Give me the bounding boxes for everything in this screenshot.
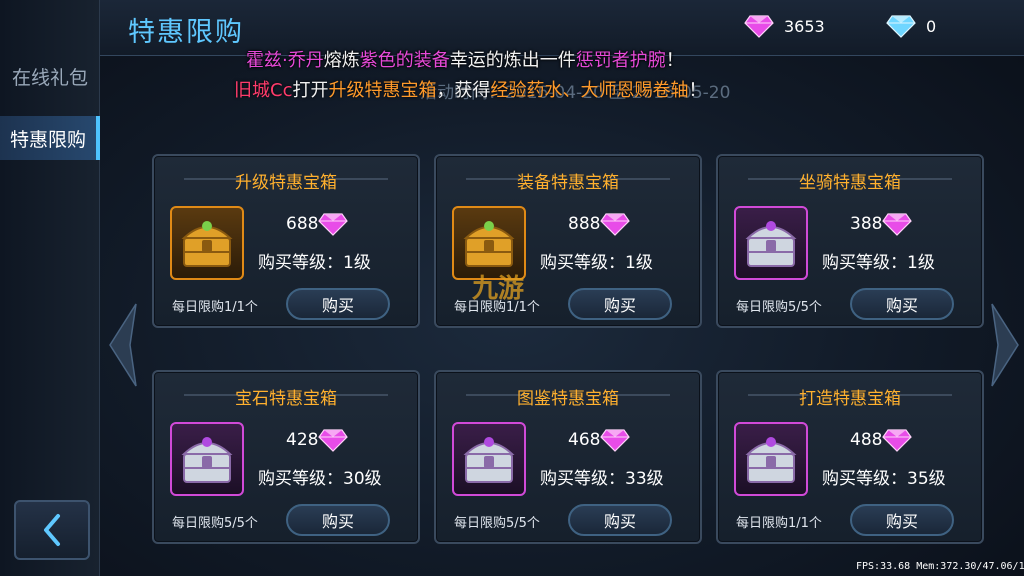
offer-card: 打造特惠宝箱 488 购买等级：35级 每日限购1/1个 购买 xyxy=(716,370,984,544)
broadcast-reward: 经验药水、大师恩赐卷轴 xyxy=(490,80,689,101)
broadcast-player: 霍兹·乔丹 xyxy=(246,50,324,71)
watermark: 九游 xyxy=(472,274,525,304)
back-button[interactable] xyxy=(14,500,90,560)
purple-gem-icon xyxy=(744,15,774,38)
treasure-chest-icon xyxy=(745,437,797,483)
daily-limit: 每日限购5/5个 xyxy=(736,300,822,315)
blue-gem-amount: 0 xyxy=(926,16,937,36)
buy-button[interactable]: 购买 xyxy=(286,504,390,536)
mem-value: Mem:372.30/47.06/10.57 xyxy=(916,561,1024,572)
card-title: 升级特惠宝箱 xyxy=(235,173,337,193)
prev-page-arrow-icon[interactable] xyxy=(106,300,140,390)
daily-limit: 每日限购5/5个 xyxy=(172,516,258,531)
treasure-chest-icon xyxy=(745,221,797,267)
purple-gem-icon xyxy=(600,213,630,236)
purple-gem-icon xyxy=(882,429,912,452)
broadcast-mid: ，获得 xyxy=(436,80,491,101)
card-title: 宝石特惠宝箱 xyxy=(235,389,337,409)
price-value: 688 xyxy=(286,214,319,234)
buy-button[interactable]: 购买 xyxy=(850,504,954,536)
purple-gem-icon xyxy=(882,213,912,236)
buy-button[interactable]: 购买 xyxy=(568,288,672,320)
game-screen: 在线礼包 特惠限购 特惠限购 3653 0 活动时间：2016-04-20 至 … xyxy=(0,0,1024,576)
chest-icon xyxy=(170,206,244,280)
purple-gem-amount: 3653 xyxy=(784,16,825,36)
required-level: 购买等级：1级 xyxy=(822,253,935,273)
price-value: 488 xyxy=(850,430,883,450)
required-level: 购买等级：33级 xyxy=(540,469,664,489)
price-value: 468 xyxy=(568,430,601,450)
broadcast-end: ！ xyxy=(665,50,684,71)
blue-gem-balance: 0 xyxy=(886,14,936,38)
broadcast-mid: 幸运的炼出一件 xyxy=(449,50,576,71)
chest-icon xyxy=(734,206,808,280)
treasure-chest-icon xyxy=(463,437,515,483)
chest-icon xyxy=(452,422,526,496)
buy-button[interactable]: 购买 xyxy=(568,504,672,536)
broadcast-line-1: 霍兹·乔丹熔炼紫色的装备幸运的炼出一件惩罚者护腕！ xyxy=(246,46,684,72)
offer-card: 图鉴特惠宝箱 468 购买等级：33级 每日限购5/5个 购买 xyxy=(434,370,702,544)
broadcast-reward: 惩罚者护腕 xyxy=(575,50,666,71)
purple-gem-balance: 3653 xyxy=(744,14,825,38)
purple-gem-icon xyxy=(318,429,348,452)
next-page-arrow-icon[interactable] xyxy=(988,300,1022,390)
price-value: 888 xyxy=(568,214,601,234)
offer-card: 升级特惠宝箱 688 购买等级：1级 每日限购1/1个 购买 xyxy=(152,154,420,328)
price-value: 388 xyxy=(850,214,883,234)
offer-card: 坐骑特惠宝箱 388 购买等级：1级 每日限购5/5个 购买 xyxy=(716,154,984,328)
buy-button[interactable]: 购买 xyxy=(286,288,390,320)
broadcast-item: 紫色的装备 xyxy=(359,50,450,71)
fps-value: FPS:33.68 xyxy=(856,561,911,572)
broadcast-line-2: 旧城Cc打开升级特惠宝箱，获得经验药水、大师恩赐卷轴！ xyxy=(234,76,706,102)
price-value: 428 xyxy=(286,430,319,450)
chest-icon xyxy=(734,422,808,496)
required-level: 购买等级：1级 xyxy=(540,253,653,273)
fps-readout: FPS:33.68 Mem:372.30/47.06/10.57 xyxy=(856,561,1024,572)
card-title: 坐骑特惠宝箱 xyxy=(799,173,901,193)
tab-special-offer[interactable]: 特惠限购 xyxy=(0,116,100,160)
sidebar: 在线礼包 特惠限购 xyxy=(0,0,100,576)
required-level: 购买等级：1级 xyxy=(258,253,371,273)
broadcast-player: 旧城Cc xyxy=(234,80,293,101)
purple-gem-icon xyxy=(600,429,630,452)
treasure-chest-icon xyxy=(181,437,233,483)
tab-online-gift[interactable]: 在线礼包 xyxy=(0,54,100,98)
card-title: 打造特惠宝箱 xyxy=(799,389,901,409)
purple-gem-icon xyxy=(318,213,348,236)
daily-limit: 每日限购5/5个 xyxy=(454,516,540,531)
chest-icon xyxy=(170,422,244,496)
card-title: 装备特惠宝箱 xyxy=(517,173,619,193)
chevron-left-icon xyxy=(44,514,60,546)
broadcast-verb: 熔炼 xyxy=(323,50,360,71)
treasure-chest-icon xyxy=(181,221,233,267)
broadcast-end: ！ xyxy=(688,80,707,101)
card-title: 图鉴特惠宝箱 xyxy=(517,389,619,409)
daily-limit: 每日限购1/1个 xyxy=(736,516,822,531)
blue-gem-icon xyxy=(886,15,916,38)
page-title: 特惠限购 xyxy=(128,17,244,48)
offer-card: 宝石特惠宝箱 428 购买等级：30级 每日限购5/5个 购买 xyxy=(152,370,420,544)
required-level: 购买等级：35级 xyxy=(822,469,946,489)
broadcast-item: 升级特惠宝箱 xyxy=(328,80,437,101)
buy-button[interactable]: 购买 xyxy=(850,288,954,320)
broadcast-verb: 打开 xyxy=(292,80,329,101)
required-level: 购买等级：30级 xyxy=(258,469,382,489)
daily-limit: 每日限购1/1个 xyxy=(172,300,258,315)
